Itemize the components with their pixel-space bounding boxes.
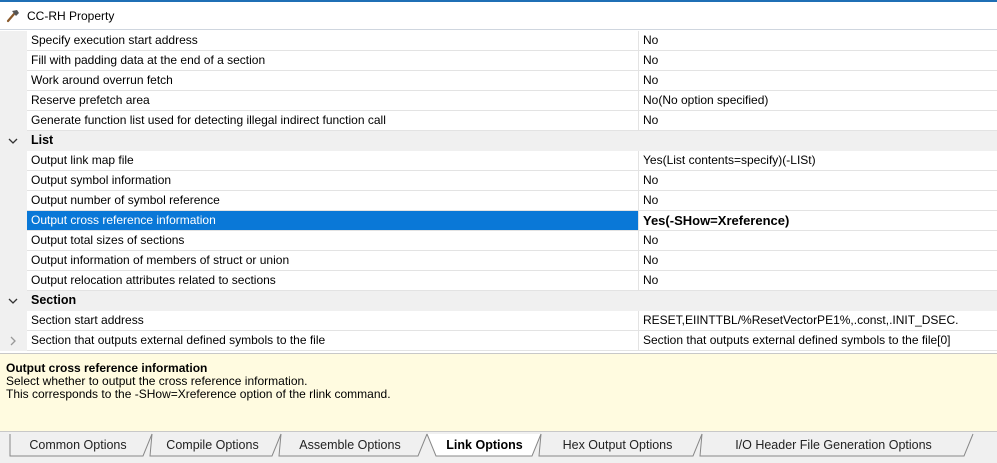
- property-row[interactable]: Output total sizes of sections No: [0, 231, 997, 251]
- property-row[interactable]: Section start address RESET,EIINTTBL/%Re…: [0, 311, 997, 331]
- property-name: Reserve prefetch area: [27, 91, 639, 111]
- property-row[interactable]: Section that outputs external defined sy…: [0, 331, 997, 351]
- category-section[interactable]: Section: [0, 291, 997, 311]
- description-line: This corresponds to the -SHow=Xreference…: [6, 387, 391, 401]
- property-row[interactable]: Reserve prefetch area No(No option speci…: [0, 91, 997, 111]
- hammer-icon: [6, 9, 19, 22]
- property-row-selected[interactable]: Output cross reference information Yes(-…: [0, 211, 997, 231]
- property-value[interactable]: No: [639, 51, 997, 71]
- property-name: Work around overrun fetch: [27, 71, 639, 91]
- property-name: Generate function list used for detectin…: [27, 111, 639, 131]
- chevron-down-icon[interactable]: [7, 135, 19, 147]
- tab-link-options[interactable]: Link Options: [438, 434, 531, 456]
- property-name: Output link map file: [27, 151, 639, 171]
- property-name: Section that outputs external defined sy…: [27, 331, 639, 351]
- property-row[interactable]: Output link map file Yes(List contents=s…: [0, 151, 997, 171]
- property-value[interactable]: Yes(-SHow=Xreference): [639, 211, 997, 231]
- property-name: Output total sizes of sections: [27, 231, 639, 251]
- category-label: List: [31, 133, 54, 147]
- property-name: Section start address: [27, 311, 639, 331]
- property-value[interactable]: No(No option specified): [639, 91, 997, 111]
- property-name: Specify execution start address: [27, 31, 639, 51]
- property-value[interactable]: No: [639, 251, 997, 271]
- chevron-down-icon[interactable]: [7, 295, 19, 307]
- property-name: Output relocation attributes related to …: [27, 271, 639, 291]
- property-row[interactable]: Output number of symbol reference No: [0, 191, 997, 211]
- property-name: Output information of members of struct …: [27, 251, 639, 271]
- description-panel: Output cross reference information Selec…: [0, 353, 997, 431]
- property-value[interactable]: No: [639, 171, 997, 191]
- property-value[interactable]: No: [639, 231, 997, 251]
- category-label: Section: [31, 293, 77, 307]
- property-name: Output number of symbol reference: [27, 191, 639, 211]
- property-value[interactable]: No: [639, 31, 997, 51]
- property-row[interactable]: Fill with padding data at the end of a s…: [0, 51, 997, 71]
- panel-title: CC-RH Property: [27, 8, 115, 23]
- tab-common-options[interactable]: Common Options: [14, 434, 142, 456]
- property-row[interactable]: Output symbol information No: [0, 171, 997, 191]
- tab-hex-output-options[interactable]: Hex Output Options: [544, 434, 691, 456]
- property-value[interactable]: Section that outputs external defined sy…: [639, 331, 997, 351]
- property-row[interactable]: Work around overrun fetch No: [0, 71, 997, 91]
- property-grid: Specify execution start address No Fill …: [0, 31, 997, 352]
- tab-io-header-options[interactable]: I/O Header File Generation Options: [705, 434, 962, 456]
- property-name: Fill with padding data at the end of a s…: [27, 51, 639, 71]
- property-panel-titlebar: CC-RH Property: [0, 0, 997, 30]
- property-value[interactable]: No: [639, 111, 997, 131]
- property-name: Output symbol information: [27, 171, 639, 191]
- property-value[interactable]: No: [639, 191, 997, 211]
- category-list[interactable]: List: [0, 131, 997, 151]
- property-name: Output cross reference information: [27, 211, 639, 231]
- property-value[interactable]: No: [639, 71, 997, 91]
- property-row[interactable]: Generate function list used for detectin…: [0, 111, 997, 131]
- property-value[interactable]: No: [639, 271, 997, 291]
- property-row[interactable]: Specify execution start address No: [0, 31, 997, 51]
- property-row[interactable]: Output information of members of struct …: [0, 251, 997, 271]
- property-value[interactable]: Yes(List contents=specify)(-LISt): [639, 151, 997, 171]
- tab-compile-options[interactable]: Compile Options: [155, 434, 270, 456]
- tab-bar: Common Options Compile Options Assemble …: [0, 431, 997, 463]
- tab-assemble-options[interactable]: Assemble Options: [284, 434, 416, 456]
- property-value[interactable]: RESET,EIINTTBL/%ResetVectorPE1%,.const,.…: [639, 311, 997, 331]
- property-row[interactable]: Output relocation attributes related to …: [0, 271, 997, 291]
- chevron-right-icon[interactable]: [7, 335, 19, 347]
